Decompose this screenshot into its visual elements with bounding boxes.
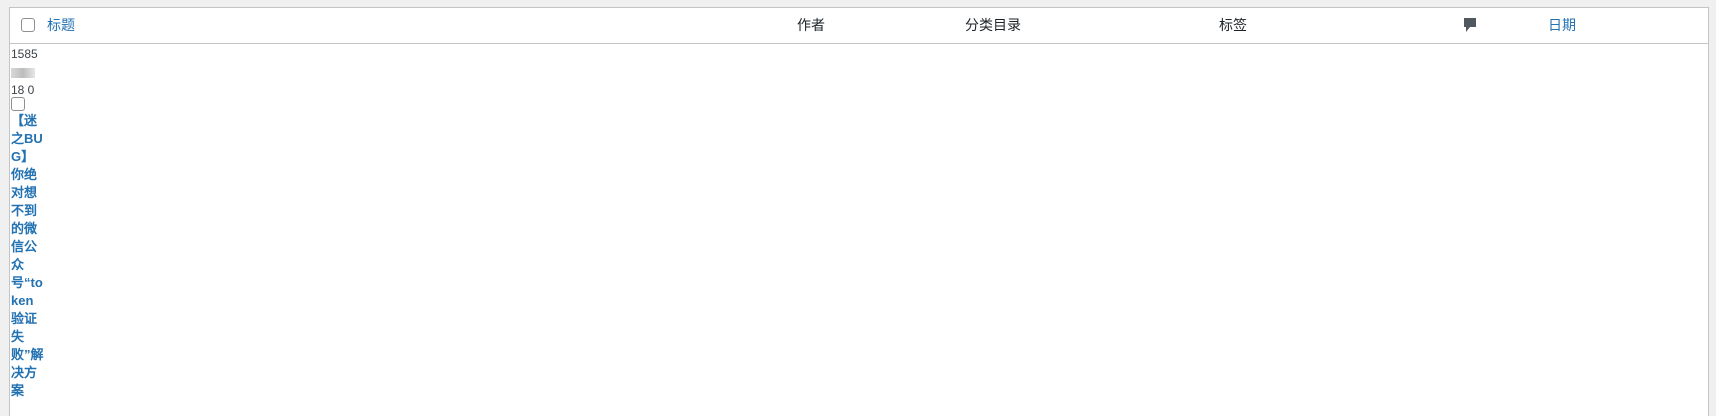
comment-icon[interactable] bbox=[1463, 17, 1477, 33]
column-tags-header: 标签 bbox=[1219, 17, 1247, 33]
column-title-header[interactable]: 标题 bbox=[47, 8, 75, 43]
blurred-text bbox=[11, 63, 43, 81]
table-header: 标题 作者 分类目录 标签 日期 bbox=[10, 8, 1708, 44]
column-categories-header: 分类目录 bbox=[965, 17, 1021, 33]
post-title-link[interactable]: 【迷之BUG】你绝对想不到的微信公众号“token验证失败”解决方案 bbox=[11, 112, 44, 400]
column-date-header[interactable]: 日期 bbox=[1548, 8, 1576, 43]
select-all-checkbox[interactable] bbox=[21, 18, 35, 32]
row-select-checkbox[interactable] bbox=[11, 97, 25, 111]
row-meta-line1: 1585 bbox=[11, 47, 38, 61]
column-author-header: 作者 bbox=[797, 17, 825, 33]
row-meta: 1585 18 0 bbox=[11, 45, 43, 99]
posts-table: 标题 作者 分类目录 标签 日期 1585 18 0 【迷之BUG】你绝对想不到… bbox=[9, 7, 1709, 416]
